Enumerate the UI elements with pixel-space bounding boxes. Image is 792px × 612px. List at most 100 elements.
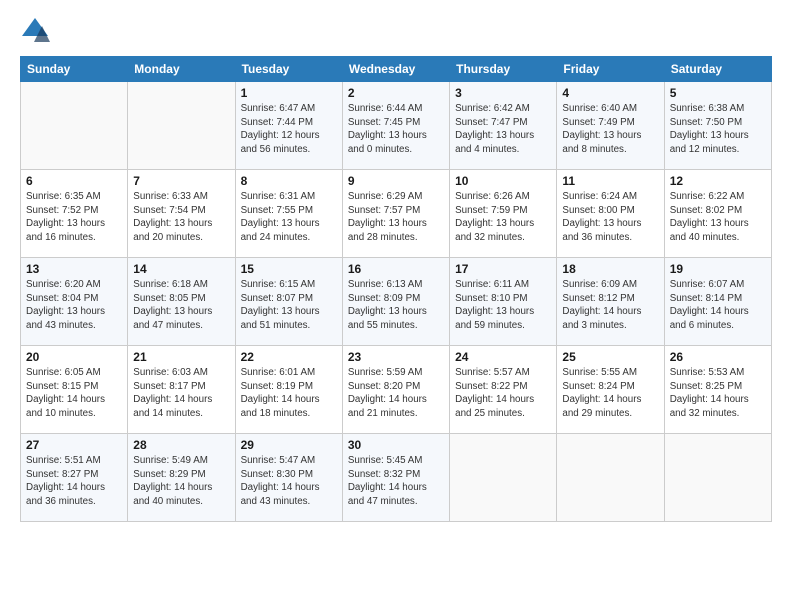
calendar-cell: 20 Sunrise: 6:05 AM Sunset: 8:15 PM Dayli… <box>21 346 128 434</box>
day-number: 11 <box>562 174 658 188</box>
calendar-cell: 11 Sunrise: 6:24 AM Sunset: 8:00 PM Dayli… <box>557 170 664 258</box>
calendar-cell: 30Sunrise: 5:45 AM Sunset: 8:32 PM Dayli… <box>342 434 449 522</box>
day-info: Sunrise: 6:35 AM Sunset: 7:52 PM Dayligh… <box>26 190 122 245</box>
calendar-cell: 12 Sunrise: 6:22 AM Sunset: 8:02 PM Dayli… <box>664 170 771 258</box>
calendar-cell: 8 Sunrise: 6:31 AM Sunset: 7:55 PM Daylig… <box>235 170 342 258</box>
day-info: Sunrise: 6:47 AM Sunset: 7:44 PM Dayligh… <box>241 102 337 157</box>
calendar-cell: 17 Sunrise: 6:11 AM Sunset: 8:10 PM Dayli… <box>450 258 557 346</box>
day-info: Sunrise: 6:13 AM Sunset: 8:09 PM Dayligh… <box>348 278 444 333</box>
day-info: Sunrise: 6:31 AM Sunset: 7:55 PM Dayligh… <box>241 190 337 245</box>
day-info: Sunrise: 6:11 AM Sunset: 8:10 PM Dayligh… <box>455 278 551 333</box>
weekday-header-saturday: Saturday <box>664 57 771 82</box>
calendar-cell: 19 Sunrise: 6:07 AM Sunset: 8:14 PM Dayli… <box>664 258 771 346</box>
day-info: Sunrise: 6:05 AM Sunset: 8:15 PM Dayligh… <box>26 366 122 421</box>
header <box>20 16 772 46</box>
day-number: 20 <box>26 350 122 364</box>
calendar-cell: 6 Sunrise: 6:35 AM Sunset: 7:52 PM Daylig… <box>21 170 128 258</box>
weekday-header-friday: Friday <box>557 57 664 82</box>
calendar-cell: 10 Sunrise: 6:26 AM Sunset: 7:59 PM Dayli… <box>450 170 557 258</box>
calendar-cell <box>450 434 557 522</box>
page: SundayMondayTuesdayWednesdayThursdayFrid… <box>0 0 792 612</box>
weekday-header-wednesday: Wednesday <box>342 57 449 82</box>
day-number: 24 <box>455 350 551 364</box>
calendar-cell: 24 Sunrise: 5:57 AM Sunset: 8:22 PM Dayli… <box>450 346 557 434</box>
calendar-cell <box>664 434 771 522</box>
weekday-header-row: SundayMondayTuesdayWednesdayThursdayFrid… <box>21 57 772 82</box>
day-number: 12 <box>670 174 766 188</box>
logo-icon <box>20 16 50 46</box>
day-number: 9 <box>348 174 444 188</box>
calendar-cell: 1 Sunrise: 6:47 AM Sunset: 7:44 PM Daylig… <box>235 82 342 170</box>
logo <box>20 16 54 46</box>
calendar-cell: 15 Sunrise: 6:15 AM Sunset: 8:07 PM Dayli… <box>235 258 342 346</box>
day-info: Sunrise: 6:18 AM Sunset: 8:05 PM Dayligh… <box>133 278 229 333</box>
weekday-header-tuesday: Tuesday <box>235 57 342 82</box>
calendar-cell: 18 Sunrise: 6:09 AM Sunset: 8:12 PM Dayli… <box>557 258 664 346</box>
day-info: Sunrise: 5:59 AM Sunset: 8:20 PM Dayligh… <box>348 366 444 421</box>
day-number: 6 <box>26 174 122 188</box>
calendar-cell: 3Sunrise: 6:42 AM Sunset: 7:47 PM Daylig… <box>450 82 557 170</box>
day-info: Sunrise: 6:07 AM Sunset: 8:14 PM Dayligh… <box>670 278 766 333</box>
day-info: Sunrise: 6:38 AM Sunset: 7:50 PM Dayligh… <box>670 102 766 157</box>
calendar-cell: 9 Sunrise: 6:29 AM Sunset: 7:57 PM Daylig… <box>342 170 449 258</box>
day-number: 10 <box>455 174 551 188</box>
day-number: 22 <box>241 350 337 364</box>
day-info: Sunrise: 5:57 AM Sunset: 8:22 PM Dayligh… <box>455 366 551 421</box>
day-info: Sunrise: 6:01 AM Sunset: 8:19 PM Dayligh… <box>241 366 337 421</box>
day-number: 25 <box>562 350 658 364</box>
day-number: 19 <box>670 262 766 276</box>
day-info: Sunrise: 6:09 AM Sunset: 8:12 PM Dayligh… <box>562 278 658 333</box>
day-number: 26 <box>670 350 766 364</box>
day-number: 8 <box>241 174 337 188</box>
calendar-cell: 13Sunrise: 6:20 AM Sunset: 8:04 PM Dayli… <box>21 258 128 346</box>
calendar-week-5: 27 Sunrise: 5:51 AM Sunset: 8:27 PM Dayli… <box>21 434 772 522</box>
day-info: Sunrise: 6:15 AM Sunset: 8:07 PM Dayligh… <box>241 278 337 333</box>
day-number: 23 <box>348 350 444 364</box>
day-number: 18 <box>562 262 658 276</box>
day-number: 3 <box>455 86 551 100</box>
weekday-header-sunday: Sunday <box>21 57 128 82</box>
calendar-week-1: 1 Sunrise: 6:47 AM Sunset: 7:44 PM Daylig… <box>21 82 772 170</box>
calendar-week-3: 13Sunrise: 6:20 AM Sunset: 8:04 PM Dayli… <box>21 258 772 346</box>
calendar-cell: 23 Sunrise: 5:59 AM Sunset: 8:20 PM Dayli… <box>342 346 449 434</box>
day-info: Sunrise: 5:49 AM Sunset: 8:29 PM Dayligh… <box>133 454 229 509</box>
calendar-cell: 21 Sunrise: 6:03 AM Sunset: 8:17 PM Dayli… <box>128 346 235 434</box>
day-number: 1 <box>241 86 337 100</box>
calendar-cell <box>21 82 128 170</box>
calendar-cell: 22 Sunrise: 6:01 AM Sunset: 8:19 PM Dayli… <box>235 346 342 434</box>
day-info: Sunrise: 5:47 AM Sunset: 8:30 PM Dayligh… <box>241 454 337 509</box>
day-info: Sunrise: 6:29 AM Sunset: 7:57 PM Dayligh… <box>348 190 444 245</box>
day-number: 29 <box>241 438 337 452</box>
day-number: 15 <box>241 262 337 276</box>
day-info: Sunrise: 5:55 AM Sunset: 8:24 PM Dayligh… <box>562 366 658 421</box>
day-info: Sunrise: 6:44 AM Sunset: 7:45 PM Dayligh… <box>348 102 444 157</box>
day-number: 17 <box>455 262 551 276</box>
calendar-cell: 14 Sunrise: 6:18 AM Sunset: 8:05 PM Dayli… <box>128 258 235 346</box>
weekday-header-monday: Monday <box>128 57 235 82</box>
day-number: 7 <box>133 174 229 188</box>
calendar-cell: 4Sunrise: 6:40 AM Sunset: 7:49 PM Daylig… <box>557 82 664 170</box>
day-info: Sunrise: 6:24 AM Sunset: 8:00 PM Dayligh… <box>562 190 658 245</box>
calendar-cell: 16Sunrise: 6:13 AM Sunset: 8:09 PM Dayli… <box>342 258 449 346</box>
day-info: Sunrise: 6:22 AM Sunset: 8:02 PM Dayligh… <box>670 190 766 245</box>
day-number: 13 <box>26 262 122 276</box>
day-number: 2 <box>348 86 444 100</box>
day-number: 21 <box>133 350 229 364</box>
day-info: Sunrise: 6:26 AM Sunset: 7:59 PM Dayligh… <box>455 190 551 245</box>
calendar-cell <box>557 434 664 522</box>
day-info: Sunrise: 5:53 AM Sunset: 8:25 PM Dayligh… <box>670 366 766 421</box>
calendar-cell <box>128 82 235 170</box>
day-number: 14 <box>133 262 229 276</box>
day-number: 4 <box>562 86 658 100</box>
day-number: 27 <box>26 438 122 452</box>
day-number: 30 <box>348 438 444 452</box>
calendar-cell: 7 Sunrise: 6:33 AM Sunset: 7:54 PM Daylig… <box>128 170 235 258</box>
calendar-cell: 27 Sunrise: 5:51 AM Sunset: 8:27 PM Dayli… <box>21 434 128 522</box>
day-info: Sunrise: 6:33 AM Sunset: 7:54 PM Dayligh… <box>133 190 229 245</box>
calendar-week-4: 20 Sunrise: 6:05 AM Sunset: 8:15 PM Dayli… <box>21 346 772 434</box>
day-info: Sunrise: 5:51 AM Sunset: 8:27 PM Dayligh… <box>26 454 122 509</box>
day-info: Sunrise: 6:03 AM Sunset: 8:17 PM Dayligh… <box>133 366 229 421</box>
weekday-header-thursday: Thursday <box>450 57 557 82</box>
calendar-cell: 29 Sunrise: 5:47 AM Sunset: 8:30 PM Dayli… <box>235 434 342 522</box>
calendar-week-2: 6 Sunrise: 6:35 AM Sunset: 7:52 PM Daylig… <box>21 170 772 258</box>
